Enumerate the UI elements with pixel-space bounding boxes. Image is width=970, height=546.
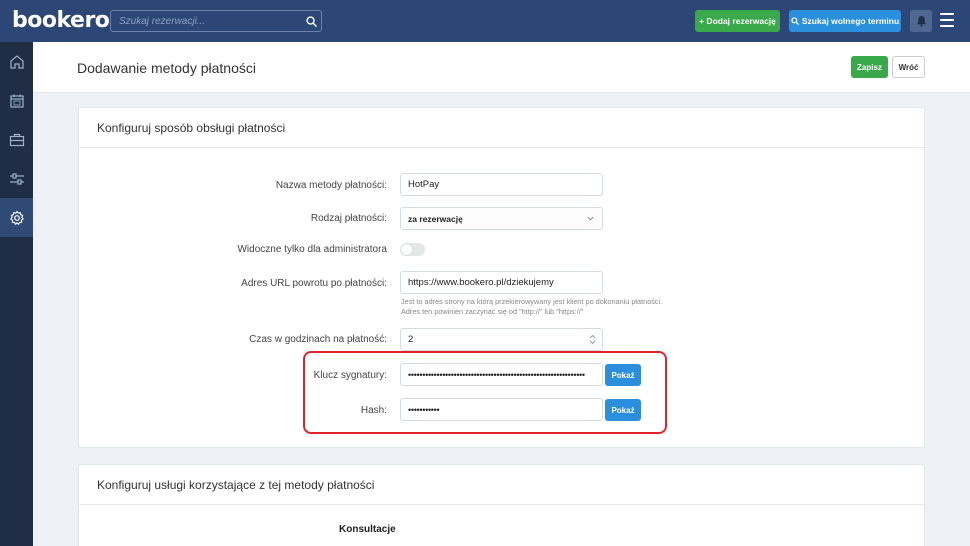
gear-icon	[9, 210, 24, 225]
notifications-button[interactable]	[910, 10, 932, 32]
search-box[interactable]	[110, 10, 322, 32]
hint-line-1: Jest to adres strony na którą przekierow…	[401, 297, 663, 306]
find-slot-label: Szukaj wolnego terminu	[801, 16, 900, 26]
sidebar-item-services[interactable]	[0, 120, 33, 159]
admin-only-toggle[interactable]	[400, 243, 425, 256]
return-url-label: Adres URL powrotu po płatności:	[241, 278, 387, 289]
top-bar: bookero + Dodaj rezerwację Szukaj wolneg…	[0, 0, 970, 42]
calendar-icon	[9, 94, 24, 108]
name-label: Nazwa metody płatności:	[275, 180, 387, 191]
stepper-icon[interactable]	[589, 334, 596, 345]
save-button[interactable]: Zapisz	[851, 56, 888, 78]
payment-hours-input[interactable]: 2	[400, 328, 603, 351]
sidebar-item-filters[interactable]	[0, 159, 33, 198]
sidebar-item-settings[interactable]	[0, 198, 33, 237]
search-icon[interactable]	[301, 11, 321, 31]
find-slot-button[interactable]: Szukaj wolnego terminu	[789, 10, 901, 32]
sidebar	[0, 42, 33, 546]
admin-only-label: Widoczne tylko dla administratora	[237, 244, 387, 255]
search-icon	[791, 17, 799, 25]
home-icon	[9, 54, 24, 69]
highlight-box	[303, 351, 667, 434]
logo[interactable]: bookero	[12, 8, 110, 33]
sliders-icon	[9, 172, 24, 185]
back-button[interactable]: Wróć	[892, 56, 925, 78]
add-reservation-button[interactable]: + Dodaj rezerwację	[695, 10, 780, 32]
payment-hours-label: Czas w godzinach na płatność:	[249, 334, 387, 345]
service-name: Konsultacje	[339, 524, 396, 535]
search-input[interactable]	[111, 15, 301, 27]
sidebar-item-home[interactable]	[0, 42, 33, 81]
bell-icon	[916, 15, 926, 27]
card-title: Konfiguruj usługi korzystające z tej met…	[79, 465, 924, 505]
card-title: Konfiguruj sposób obsługi płatności	[79, 108, 924, 148]
sidebar-item-calendar[interactable]	[0, 81, 33, 120]
menu-icon[interactable]	[940, 13, 954, 27]
hint-line-2: Adres ten powinien zaczynać się od "http…	[401, 307, 584, 316]
return-url-input[interactable]: https://www.bookero.pl/dziekujemy	[400, 271, 603, 294]
services-config-card: Konfiguruj usługi korzystające z tej met…	[78, 464, 925, 546]
type-select-value: za rezerwację	[408, 213, 463, 224]
type-label: Rodzaj płatności:	[310, 213, 387, 224]
payment-hours-value: 2	[408, 334, 414, 345]
briefcase-icon	[9, 133, 24, 146]
name-input[interactable]: HotPay	[400, 173, 603, 196]
page-title: Dodawanie metody płatności	[77, 60, 256, 76]
type-select[interactable]: za rezerwację	[400, 207, 603, 230]
chevron-down-icon	[587, 216, 594, 221]
return-url-hint: Jest to adres strony na którą przekierow…	[401, 297, 701, 317]
page-header: Dodawanie metody płatności Zapisz Wróć	[33, 42, 970, 93]
